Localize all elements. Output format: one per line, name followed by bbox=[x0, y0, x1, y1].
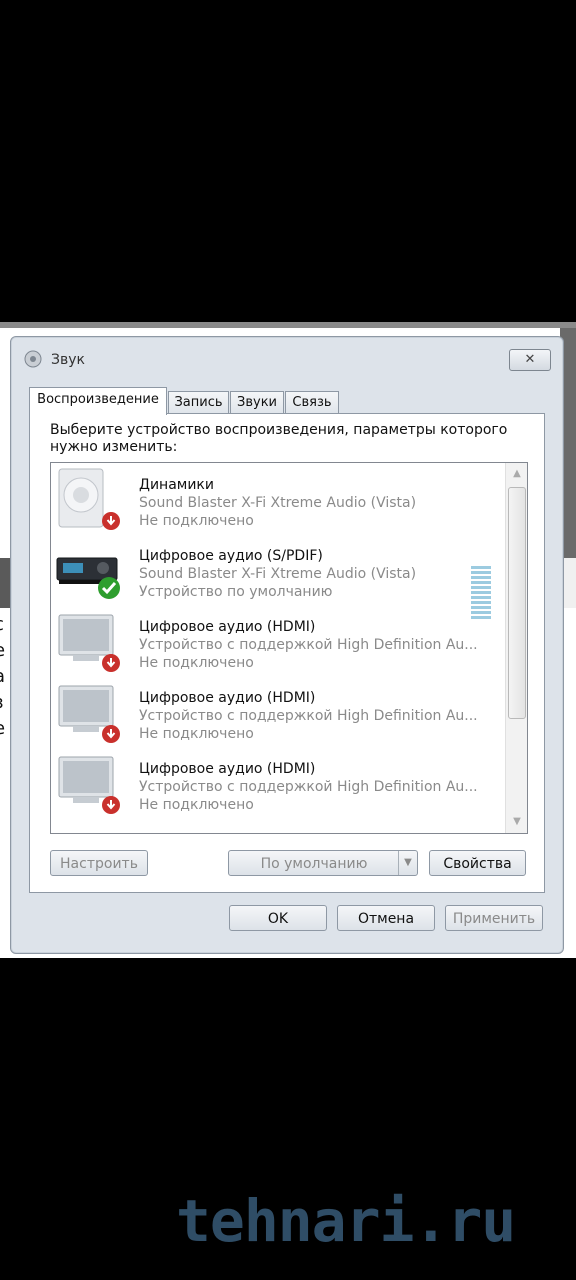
tab-recording[interactable]: Запись bbox=[168, 391, 229, 414]
properties-button[interactable]: Свойства bbox=[429, 850, 526, 876]
tab-communications[interactable]: Связь bbox=[285, 391, 339, 414]
sound-dialog: Звук ✕ Воспроизведение Запись Звуки Связ… bbox=[10, 336, 564, 954]
speaker-settings-icon bbox=[23, 349, 43, 369]
list-item[interactable]: Цифровое аудио (HDMI) Устройство с подде… bbox=[51, 676, 503, 746]
tab-playback[interactable]: Воспроизведение bbox=[29, 387, 167, 415]
device-description: Sound Blaster X-Fi Xtreme Audio (Vista) bbox=[139, 566, 417, 582]
background-window-edge bbox=[0, 322, 576, 328]
scroll-up-arrow-icon[interactable]: ▲ bbox=[506, 463, 527, 485]
device-status: Не подключено bbox=[139, 513, 254, 529]
speaker-icon bbox=[55, 465, 123, 531]
title-bar: Звук ✕ bbox=[11, 337, 563, 377]
device-description: Sound Blaster X-Fi Xtreme Audio (Vista) bbox=[139, 495, 417, 511]
tab-sounds[interactable]: Звуки bbox=[230, 391, 284, 414]
device-description: Устройство с поддержкой High Definition … bbox=[139, 637, 478, 653]
screenshot-photo: с е а з е Звук ✕ Воспроизведение Запись … bbox=[0, 322, 576, 958]
vertical-scrollbar[interactable]: ▲ ▼ bbox=[505, 463, 527, 833]
monitor-icon bbox=[55, 749, 123, 815]
device-status: Устройство по умолчанию bbox=[139, 584, 333, 600]
monitor-icon bbox=[55, 607, 123, 673]
device-name: Цифровое аудио (HDMI) bbox=[139, 619, 316, 635]
device-description: Устройство с поддержкой High Definition … bbox=[139, 708, 478, 724]
device-status: Не подключено bbox=[139, 726, 254, 742]
cancel-button[interactable]: Отмена bbox=[337, 905, 435, 931]
device-name: Цифровое аудио (S/PDIF) bbox=[139, 548, 323, 564]
device-name: Цифровое аудио (HDMI) bbox=[139, 690, 316, 706]
configure-button[interactable]: Настроить bbox=[50, 850, 148, 876]
window-title: Звук bbox=[51, 352, 85, 368]
scroll-down-arrow-icon[interactable]: ▼ bbox=[506, 811, 527, 833]
list-item[interactable]: Цифровое аудио (HDMI) Устройство с подде… bbox=[51, 605, 503, 675]
set-default-button[interactable]: По умолчанию ▼ bbox=[228, 850, 418, 876]
playback-panel: Выберите устройство воспроизведения, пар… bbox=[29, 413, 545, 893]
list-item[interactable]: Динамики Sound Blaster X-Fi Xtreme Audio… bbox=[51, 463, 503, 533]
instruction-text: Выберите устройство воспроизведения, пар… bbox=[50, 422, 508, 455]
monitor-icon bbox=[55, 678, 123, 744]
apply-button[interactable]: Применить bbox=[445, 905, 543, 931]
scroll-thumb[interactable] bbox=[508, 487, 526, 719]
digital-receiver-icon bbox=[55, 536, 123, 602]
watermark-logo: tehnari.ru bbox=[176, 1187, 516, 1255]
ok-button[interactable]: OK bbox=[229, 905, 327, 931]
list-item[interactable]: Цифровое аудио (S/PDIF) Sound Blaster X-… bbox=[51, 534, 503, 619]
device-name: Динамики bbox=[139, 477, 214, 493]
device-status: Не подключено bbox=[139, 655, 254, 671]
device-list[interactable]: Динамики Sound Blaster X-Fi Xtreme Audio… bbox=[50, 462, 528, 834]
device-description: Устройство с поддержкой High Definition … bbox=[139, 779, 478, 795]
list-item[interactable]: Цифровое аудио (HDMI) Устройство с подде… bbox=[51, 747, 503, 817]
device-name: Цифровое аудио (HDMI) bbox=[139, 761, 316, 777]
set-default-label: По умолчанию bbox=[260, 856, 368, 872]
close-button[interactable]: ✕ bbox=[509, 349, 551, 371]
dropdown-arrow-icon[interactable]: ▼ bbox=[398, 851, 417, 875]
device-status: Не подключено bbox=[139, 797, 254, 813]
